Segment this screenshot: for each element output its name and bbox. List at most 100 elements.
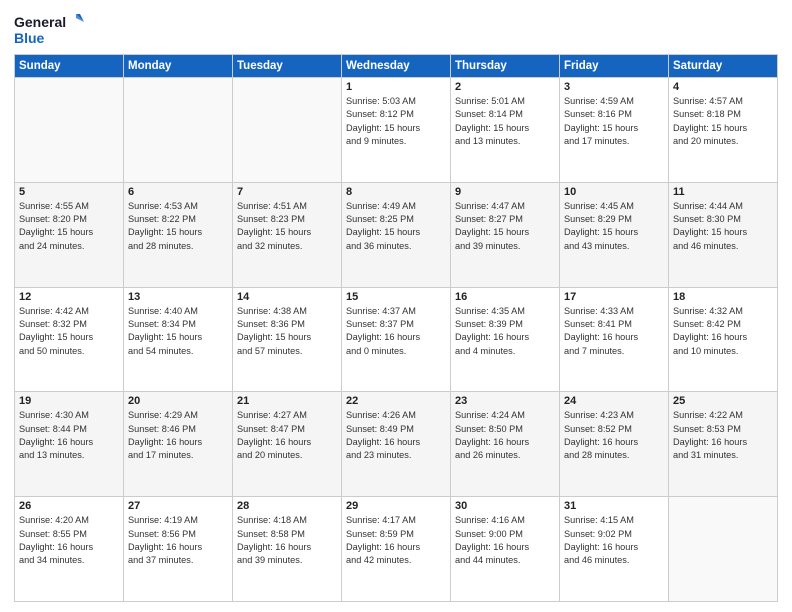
day-info: Sunrise: 4:40 AM Sunset: 8:34 PM Dayligh…	[128, 305, 228, 358]
svg-text:Blue: Blue	[14, 30, 45, 46]
day-info: Sunrise: 4:37 AM Sunset: 8:37 PM Dayligh…	[346, 305, 446, 358]
calendar-cell: 17 Sunrise: 4:33 AM Sunset: 8:41 PM Dayli…	[560, 287, 669, 392]
calendar-cell: 29 Sunrise: 4:17 AM Sunset: 8:59 PM Dayli…	[342, 497, 451, 602]
calendar-cell: 12 Sunrise: 4:42 AM Sunset: 8:32 PM Dayli…	[15, 287, 124, 392]
day-info: Sunrise: 4:19 AM Sunset: 8:56 PM Dayligh…	[128, 514, 228, 567]
day-info: Sunrise: 4:26 AM Sunset: 8:49 PM Dayligh…	[346, 409, 446, 462]
day-info: Sunrise: 4:35 AM Sunset: 8:39 PM Dayligh…	[455, 305, 555, 358]
day-number: 14	[237, 291, 337, 303]
calendar-cell: 1 Sunrise: 5:03 AM Sunset: 8:12 PM Daylig…	[342, 78, 451, 183]
calendar-cell: 7Sunrise: 4:51 AM Sunset: 8:23 PM Daylig…	[233, 182, 342, 287]
day-info: Sunrise: 4:55 AM Sunset: 8:20 PM Dayligh…	[19, 200, 119, 253]
day-info: Sunrise: 4:30 AM Sunset: 8:44 PM Dayligh…	[19, 409, 119, 462]
day-number: 16	[455, 291, 555, 303]
day-number: 10	[564, 186, 664, 198]
col-header-sunday: Sunday	[15, 55, 124, 78]
day-info: Sunrise: 4:16 AM Sunset: 9:00 PM Dayligh…	[455, 514, 555, 567]
day-number: 11	[673, 186, 773, 198]
calendar-cell: 23 Sunrise: 4:24 AM Sunset: 8:50 PM Dayli…	[451, 392, 560, 497]
calendar-cell: 8 Sunrise: 4:49 AM Sunset: 8:25 PM Daylig…	[342, 182, 451, 287]
day-number: 5	[19, 186, 119, 198]
calendar-week-row: 12 Sunrise: 4:42 AM Sunset: 8:32 PM Dayli…	[15, 287, 778, 392]
day-info: Sunrise: 4:49 AM Sunset: 8:25 PM Dayligh…	[346, 200, 446, 253]
day-number: 18	[673, 291, 773, 303]
day-info: Sunrise: 4:24 AM Sunset: 8:50 PM Dayligh…	[455, 409, 555, 462]
calendar-body: 1 Sunrise: 5:03 AM Sunset: 8:12 PM Daylig…	[15, 78, 778, 602]
day-info: Sunrise: 5:01 AM Sunset: 8:14 PM Dayligh…	[455, 95, 555, 148]
day-number: 3	[564, 81, 664, 93]
day-number: 28	[237, 500, 337, 512]
calendar-cell: 6Sunrise: 4:53 AM Sunset: 8:22 PM Daylig…	[124, 182, 233, 287]
day-info: Sunrise: 5:03 AM Sunset: 8:12 PM Dayligh…	[346, 95, 446, 148]
day-info: Sunrise: 4:22 AM Sunset: 8:53 PM Dayligh…	[673, 409, 773, 462]
day-number: 25	[673, 395, 773, 407]
day-number: 17	[564, 291, 664, 303]
day-info: Sunrise: 4:53 AM Sunset: 8:22 PM Dayligh…	[128, 200, 228, 253]
calendar-cell: 2 Sunrise: 5:01 AM Sunset: 8:14 PM Daylig…	[451, 78, 560, 183]
day-info: Sunrise: 4:33 AM Sunset: 8:41 PM Dayligh…	[564, 305, 664, 358]
day-number: 15	[346, 291, 446, 303]
calendar-week-row: 19 Sunrise: 4:30 AM Sunset: 8:44 PM Dayli…	[15, 392, 778, 497]
day-info: Sunrise: 4:27 AM Sunset: 8:47 PM Dayligh…	[237, 409, 337, 462]
calendar-cell: 10 Sunrise: 4:45 AM Sunset: 8:29 PM Dayli…	[560, 182, 669, 287]
calendar-cell: 25 Sunrise: 4:22 AM Sunset: 8:53 PM Dayli…	[669, 392, 778, 497]
day-number: 13	[128, 291, 228, 303]
day-info: Sunrise: 4:23 AM Sunset: 8:52 PM Dayligh…	[564, 409, 664, 462]
day-info: Sunrise: 4:57 AM Sunset: 8:18 PM Dayligh…	[673, 95, 773, 148]
day-info: Sunrise: 4:59 AM Sunset: 8:16 PM Dayligh…	[564, 95, 664, 148]
calendar-cell: 11 Sunrise: 4:44 AM Sunset: 8:30 PM Dayli…	[669, 182, 778, 287]
day-number: 8	[346, 186, 446, 198]
day-number: 2	[455, 81, 555, 93]
day-info: Sunrise: 4:44 AM Sunset: 8:30 PM Dayligh…	[673, 200, 773, 253]
col-header-friday: Friday	[560, 55, 669, 78]
calendar-cell: 16 Sunrise: 4:35 AM Sunset: 8:39 PM Dayli…	[451, 287, 560, 392]
calendar-cell: 22 Sunrise: 4:26 AM Sunset: 8:49 PM Dayli…	[342, 392, 451, 497]
logo-svg: General Blue	[14, 10, 84, 48]
logo: General Blue	[14, 10, 84, 48]
day-info: Sunrise: 4:29 AM Sunset: 8:46 PM Dayligh…	[128, 409, 228, 462]
col-header-wednesday: Wednesday	[342, 55, 451, 78]
day-number: 1	[346, 81, 446, 93]
day-number: 26	[19, 500, 119, 512]
day-number: 27	[128, 500, 228, 512]
day-number: 20	[128, 395, 228, 407]
calendar-cell: 20 Sunrise: 4:29 AM Sunset: 8:46 PM Dayli…	[124, 392, 233, 497]
calendar-week-row: 26 Sunrise: 4:20 AM Sunset: 8:55 PM Dayli…	[15, 497, 778, 602]
day-info: Sunrise: 4:17 AM Sunset: 8:59 PM Dayligh…	[346, 514, 446, 567]
calendar-cell: 26 Sunrise: 4:20 AM Sunset: 8:55 PM Dayli…	[15, 497, 124, 602]
day-info: Sunrise: 4:47 AM Sunset: 8:27 PM Dayligh…	[455, 200, 555, 253]
calendar-cell: 9 Sunrise: 4:47 AM Sunset: 8:27 PM Daylig…	[451, 182, 560, 287]
day-info: Sunrise: 4:18 AM Sunset: 8:58 PM Dayligh…	[237, 514, 337, 567]
day-info: Sunrise: 4:38 AM Sunset: 8:36 PM Dayligh…	[237, 305, 337, 358]
day-info: Sunrise: 4:20 AM Sunset: 8:55 PM Dayligh…	[19, 514, 119, 567]
calendar-cell	[233, 78, 342, 183]
day-number: 19	[19, 395, 119, 407]
calendar-week-row: 1 Sunrise: 5:03 AM Sunset: 8:12 PM Daylig…	[15, 78, 778, 183]
col-header-thursday: Thursday	[451, 55, 560, 78]
day-number: 23	[455, 395, 555, 407]
calendar-cell: 4 Sunrise: 4:57 AM Sunset: 8:18 PM Daylig…	[669, 78, 778, 183]
day-info: Sunrise: 4:15 AM Sunset: 9:02 PM Dayligh…	[564, 514, 664, 567]
calendar-header-row: SundayMondayTuesdayWednesdayThursdayFrid…	[15, 55, 778, 78]
calendar-cell: 28 Sunrise: 4:18 AM Sunset: 8:58 PM Dayli…	[233, 497, 342, 602]
calendar-cell: 14 Sunrise: 4:38 AM Sunset: 8:36 PM Dayli…	[233, 287, 342, 392]
day-info: Sunrise: 4:42 AM Sunset: 8:32 PM Dayligh…	[19, 305, 119, 358]
calendar-cell: 24Sunrise: 4:23 AM Sunset: 8:52 PM Dayli…	[560, 392, 669, 497]
day-number: 12	[19, 291, 119, 303]
day-number: 29	[346, 500, 446, 512]
day-info: Sunrise: 4:51 AM Sunset: 8:23 PM Dayligh…	[237, 200, 337, 253]
calendar-cell	[124, 78, 233, 183]
day-number: 21	[237, 395, 337, 407]
col-header-monday: Monday	[124, 55, 233, 78]
calendar-cell: 31Sunrise: 4:15 AM Sunset: 9:02 PM Dayli…	[560, 497, 669, 602]
calendar-cell: 3 Sunrise: 4:59 AM Sunset: 8:16 PM Daylig…	[560, 78, 669, 183]
calendar-cell: 5 Sunrise: 4:55 AM Sunset: 8:20 PM Daylig…	[15, 182, 124, 287]
day-number: 4	[673, 81, 773, 93]
calendar-cell: 19 Sunrise: 4:30 AM Sunset: 8:44 PM Dayli…	[15, 392, 124, 497]
col-header-tuesday: Tuesday	[233, 55, 342, 78]
day-number: 22	[346, 395, 446, 407]
day-info: Sunrise: 4:45 AM Sunset: 8:29 PM Dayligh…	[564, 200, 664, 253]
day-number: 9	[455, 186, 555, 198]
calendar-cell: 13 Sunrise: 4:40 AM Sunset: 8:34 PM Dayli…	[124, 287, 233, 392]
calendar-cell: 18Sunrise: 4:32 AM Sunset: 8:42 PM Dayli…	[669, 287, 778, 392]
